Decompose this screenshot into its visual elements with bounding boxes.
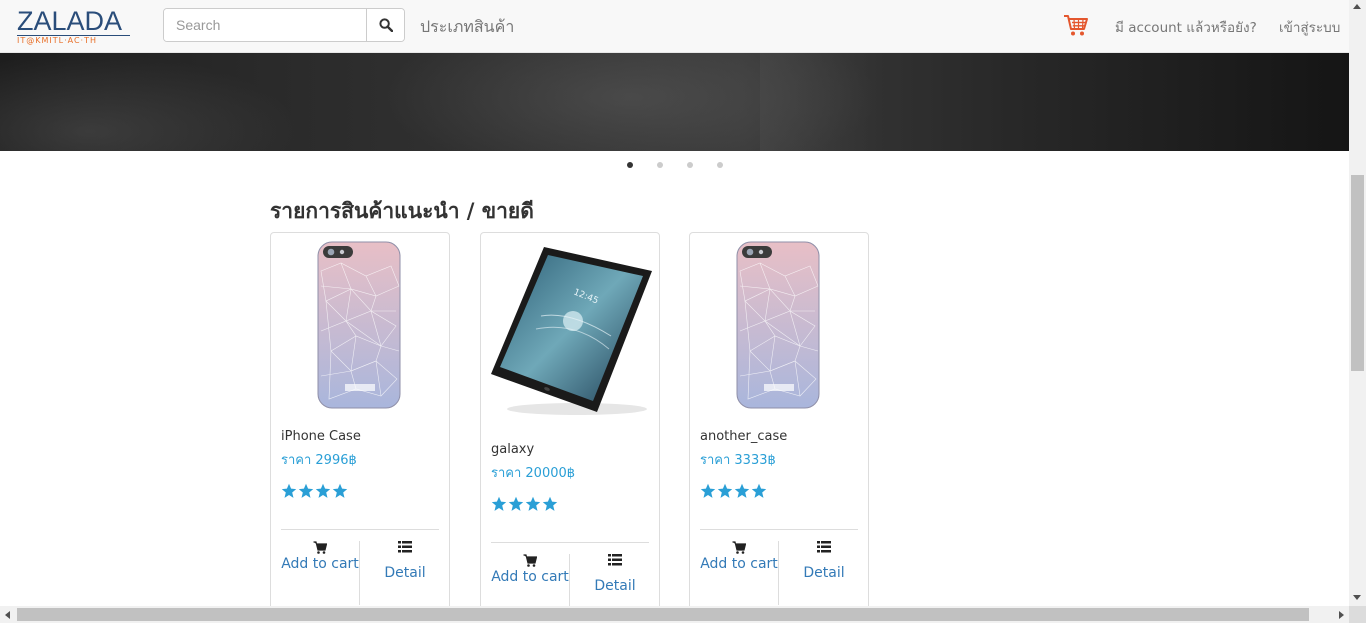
action-separator <box>778 541 779 605</box>
cart-icon <box>523 554 537 567</box>
card-divider <box>700 529 858 530</box>
star-icon <box>734 483 750 498</box>
star-icon <box>491 496 507 511</box>
scroll-left-arrow-icon[interactable] <box>5 611 10 619</box>
detail-label: Detail <box>803 565 845 581</box>
detail-button[interactable]: Detail <box>785 541 863 605</box>
star-icon <box>717 483 733 498</box>
product-rating <box>700 483 767 503</box>
scroll-down-arrow-icon[interactable] <box>1353 595 1361 600</box>
product-name[interactable]: iPhone Case <box>281 429 361 444</box>
star-icon <box>542 496 558 511</box>
scrollbar-corner <box>1349 606 1366 623</box>
product-card: another_case ราคา 3333฿ Add to cart Deta… <box>689 232 869 606</box>
cart-icon <box>313 541 327 554</box>
search-input[interactable] <box>164 9 366 41</box>
product-name[interactable]: another_case <box>700 429 787 444</box>
add-to-cart-button[interactable]: Add to cart <box>491 554 569 606</box>
action-separator <box>359 541 360 605</box>
star-icon <box>508 496 524 511</box>
vertical-scrollbar-thumb[interactable] <box>1351 175 1364 371</box>
carousel-indicator-1[interactable] <box>627 162 633 168</box>
search-icon <box>379 18 393 32</box>
hero-shade <box>0 53 300 151</box>
horizontal-scrollbar-thumb[interactable] <box>17 608 1309 621</box>
product-price: ราคา 2996฿ <box>281 453 357 468</box>
carousel-indicator-3[interactable] <box>687 162 693 168</box>
nav-login-link[interactable]: เข้าสู่ระบบ <box>1279 16 1340 38</box>
product-price: ราคา 20000฿ <box>491 466 576 481</box>
brand-tagline: IT@KMITL·AC·TH <box>17 36 98 45</box>
hero-shade <box>760 53 880 151</box>
carousel-indicator-2[interactable] <box>657 162 663 168</box>
star-icon <box>281 483 297 498</box>
star-icon <box>315 483 331 498</box>
product-price: ราคา 3333฿ <box>700 453 776 468</box>
product-card: 12:45 galaxy ราคา 20000฿ Add to cart Det… <box>480 232 660 606</box>
product-card: iPhone Case ราคา 2996฿ Add to cart Detai… <box>270 232 450 606</box>
page-viewport: ZALADA IT@KMITL·AC·TH ประเภทสินค้า <box>0 0 1349 606</box>
search-form <box>163 8 405 42</box>
add-to-cart-button[interactable]: Add to cart <box>700 541 778 605</box>
list-icon <box>608 554 622 566</box>
tablet-image[interactable]: 12:45 <box>481 241 659 419</box>
scroll-up-arrow-icon[interactable] <box>1353 4 1361 9</box>
top-navbar: ZALADA IT@KMITL·AC·TH ประเภทสินค้า <box>0 0 1349 53</box>
detail-button[interactable]: Detail <box>366 541 444 605</box>
carousel-indicators <box>620 162 740 170</box>
brand-name: ZALADA <box>17 6 123 36</box>
star-icon <box>525 496 541 511</box>
star-icon <box>298 483 314 498</box>
brand-logo[interactable]: ZALADA IT@KMITL·AC·TH <box>17 7 132 45</box>
detail-label: Detail <box>594 578 636 594</box>
carousel-indicator-4[interactable] <box>717 162 723 168</box>
hero-carousel-image[interactable] <box>0 53 1349 151</box>
detail-button[interactable]: Detail <box>576 554 654 606</box>
search-button[interactable] <box>366 9 404 41</box>
product-rating <box>491 496 558 516</box>
card-divider <box>491 542 649 543</box>
add-to-cart-label: Add to cart <box>700 556 778 572</box>
list-icon <box>817 541 831 553</box>
action-separator <box>569 554 570 606</box>
star-icon <box>700 483 716 498</box>
star-icon <box>751 483 767 498</box>
add-to-cart-button[interactable]: Add to cart <box>281 541 359 605</box>
nav-category-link[interactable]: ประเภทสินค้า <box>420 15 514 40</box>
shopping-cart-icon[interactable] <box>1063 13 1089 37</box>
card-divider <box>281 529 439 530</box>
nav-register-link[interactable]: มี account แล้วหรือยัง? <box>1115 16 1257 38</box>
add-to-cart-label: Add to cart <box>491 569 569 585</box>
scroll-right-arrow-icon[interactable] <box>1339 611 1344 619</box>
product-name[interactable]: galaxy <box>491 442 534 457</box>
cart-icon <box>732 541 746 554</box>
phone-case-image[interactable] <box>271 241 449 419</box>
list-icon <box>398 541 412 553</box>
product-rating <box>281 483 348 503</box>
phone-case-image[interactable] <box>690 241 868 419</box>
add-to-cart-label: Add to cart <box>281 556 359 572</box>
section-title: รายการสินค้าแนะนำ / ขายดี <box>270 199 534 223</box>
detail-label: Detail <box>384 565 426 581</box>
star-icon <box>332 483 348 498</box>
